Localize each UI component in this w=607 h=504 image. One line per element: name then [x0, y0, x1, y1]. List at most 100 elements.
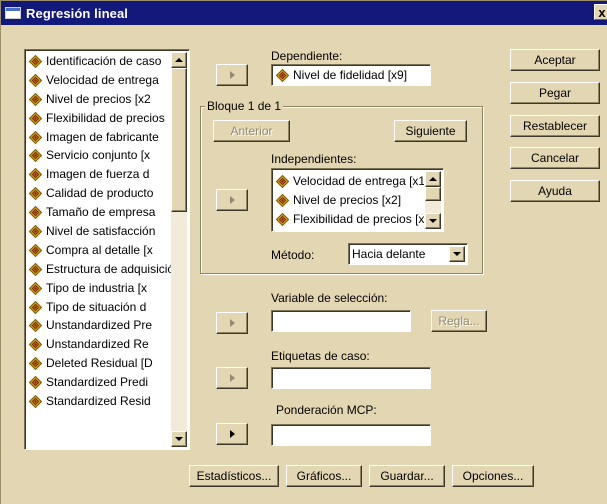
list-item[interactable]: Deleted Residual [D	[27, 354, 172, 373]
regla-button[interactable]: Regla...	[431, 310, 487, 332]
ayuda-button[interactable]: Ayuda	[510, 180, 600, 202]
list-item-label: Nivel de precios [x2]	[293, 193, 402, 207]
metodo-dropdown-button[interactable]	[449, 246, 465, 262]
list-item[interactable]: Estructura de adquisición	[27, 260, 172, 279]
arrow-right-icon	[229, 374, 235, 382]
arrow-up-icon	[175, 58, 183, 62]
scroll-up-button[interactable]	[425, 171, 441, 187]
list-item[interactable]: Velocidad de entrega	[27, 71, 172, 90]
siguiente-button[interactable]: Siguiente	[394, 120, 467, 142]
scale-variable-icon	[29, 73, 42, 87]
chevron-down-icon	[453, 252, 461, 256]
list-item-label: Nivel de satisfacción	[46, 224, 156, 239]
move-to-etiquetas-button[interactable]	[216, 367, 248, 389]
list-item[interactable]: Servicio conjunto [x	[27, 146, 172, 165]
arrow-right-icon	[229, 196, 235, 204]
list-item[interactable]: Compra al detalle [x	[27, 241, 172, 260]
etiquetas-label: Etiquetas de caso:	[271, 349, 370, 363]
scale-variable-icon	[276, 194, 289, 207]
ponderacion-field[interactable]	[271, 424, 431, 446]
scale-variable-icon	[29, 149, 42, 163]
scale-variable-icon	[276, 68, 289, 82]
scale-variable-icon	[29, 300, 42, 314]
list-item[interactable]: Flexibilidad de precios [x3	[274, 210, 424, 229]
scale-variable-icon	[276, 175, 289, 188]
dependiente-label: Dependiente:	[271, 49, 343, 63]
guardar-button[interactable]: Guardar...	[369, 465, 445, 487]
list-item[interactable]: Imagen de fuerza d	[27, 165, 172, 184]
list-item-label: Servicio conjunto [x	[46, 148, 151, 163]
list-item[interactable]: Nivel de precios [x2	[27, 90, 172, 109]
scale-variable-icon	[276, 213, 289, 226]
list-item-label: Standardized Resid	[46, 394, 151, 409]
window-icon	[5, 7, 21, 19]
list-item[interactable]: Velocidad de entrega [x1	[274, 172, 424, 191]
list-item-label: Compra al detalle [x	[46, 242, 153, 257]
graficos-button[interactable]: Gráficos...	[286, 465, 362, 487]
list-item[interactable]: Unstandardized Re	[27, 335, 172, 354]
scale-variable-icon	[29, 357, 42, 371]
variable-list[interactable]: Identificación de caso Velocidad de entre…	[24, 49, 190, 450]
list-item[interactable]: Nivel de satisfacción	[27, 222, 172, 241]
opciones-button[interactable]: Opciones...	[452, 465, 534, 487]
restablecer-button[interactable]: Restablecer	[510, 115, 600, 137]
list-item[interactable]: Identificación de caso	[27, 52, 172, 71]
arrow-down-icon	[175, 437, 183, 441]
list-item[interactable]: Standardized Predi	[27, 373, 172, 392]
list-item-label: Flexibilidad de precios [x3	[293, 212, 424, 226]
metodo-select[interactable]: Hacia delante	[348, 243, 468, 265]
scroll-thumb[interactable]	[171, 68, 187, 212]
independientes-label: Independientes:	[271, 152, 357, 166]
scale-variable-icon	[29, 224, 42, 238]
list-item-label: Tipo de industria [x	[46, 280, 147, 295]
independientes-list[interactable]: Velocidad de entrega [x1 Nivel de precios…	[271, 168, 444, 232]
scale-variable-icon	[29, 130, 42, 144]
list-item[interactable]: Standardized Resid	[27, 392, 172, 411]
estadisticos-button[interactable]: Estadísticos...	[189, 465, 279, 487]
list-item-label: Velocidad de entrega [x1	[293, 174, 424, 188]
metodo-label: Método:	[271, 248, 315, 262]
title-bar[interactable]: Regresión lineal x	[1, 1, 607, 25]
scale-variable-icon	[29, 206, 42, 220]
anterior-button[interactable]: Anterior	[213, 120, 290, 142]
arrow-down-icon	[429, 219, 437, 223]
aceptar-button[interactable]: Aceptar	[510, 49, 600, 71]
close-button[interactable]: x	[594, 4, 607, 20]
pegar-button[interactable]: Pegar	[510, 82, 600, 104]
list-item[interactable]: Flexibilidad de precios	[27, 109, 172, 128]
list-item-label: Tipo de situación d	[46, 299, 147, 314]
list-item-label: Velocidad de entrega	[46, 72, 159, 87]
etiquetas-field[interactable]	[271, 367, 431, 389]
move-to-ponderacion-button[interactable]	[216, 423, 248, 445]
variable-list-scrollbar[interactable]	[171, 52, 187, 447]
list-item[interactable]: Unstandardized Pre	[27, 316, 172, 335]
list-item[interactable]: Imagen de fabricante	[27, 128, 172, 147]
list-item[interactable]: Tipo de situación d	[27, 298, 172, 317]
cancelar-button[interactable]: Cancelar	[510, 147, 600, 169]
scroll-down-button[interactable]	[171, 431, 187, 447]
metodo-value: Hacia delante	[352, 247, 426, 261]
scroll-down-button[interactable]	[425, 213, 441, 229]
scroll-thumb[interactable]	[425, 187, 441, 201]
dependiente-field[interactable]: Nivel de fidelidad [x9]	[271, 64, 431, 86]
arrow-right-icon	[229, 71, 235, 79]
arrow-up-icon	[429, 177, 437, 181]
seleccion-value	[274, 313, 408, 329]
list-item[interactable]: Nivel de precios [x2]	[274, 191, 424, 210]
list-item-label: Unstandardized Pre	[46, 318, 153, 333]
move-to-seleccion-button[interactable]	[216, 312, 248, 334]
independientes-scrollbar[interactable]	[425, 171, 441, 229]
scale-variable-icon	[29, 92, 42, 106]
arrow-right-icon	[229, 430, 235, 438]
move-to-dependiente-button[interactable]	[216, 64, 248, 86]
scroll-up-button[interactable]	[171, 52, 187, 68]
list-item[interactable]: Calidad de producto	[27, 184, 172, 203]
list-item-label: Standardized Predi	[46, 375, 149, 390]
list-item[interactable]: Tamaño de empresa	[27, 203, 172, 222]
list-item-label: Unstandardized Re	[46, 337, 149, 352]
list-item-label: Flexibilidad de precios	[46, 110, 165, 125]
list-item-label: Imagen de fuerza d	[46, 167, 150, 182]
move-to-independientes-button[interactable]	[216, 189, 248, 211]
list-item[interactable]: Tipo de industria [x	[27, 279, 172, 298]
seleccion-field[interactable]	[271, 310, 411, 332]
